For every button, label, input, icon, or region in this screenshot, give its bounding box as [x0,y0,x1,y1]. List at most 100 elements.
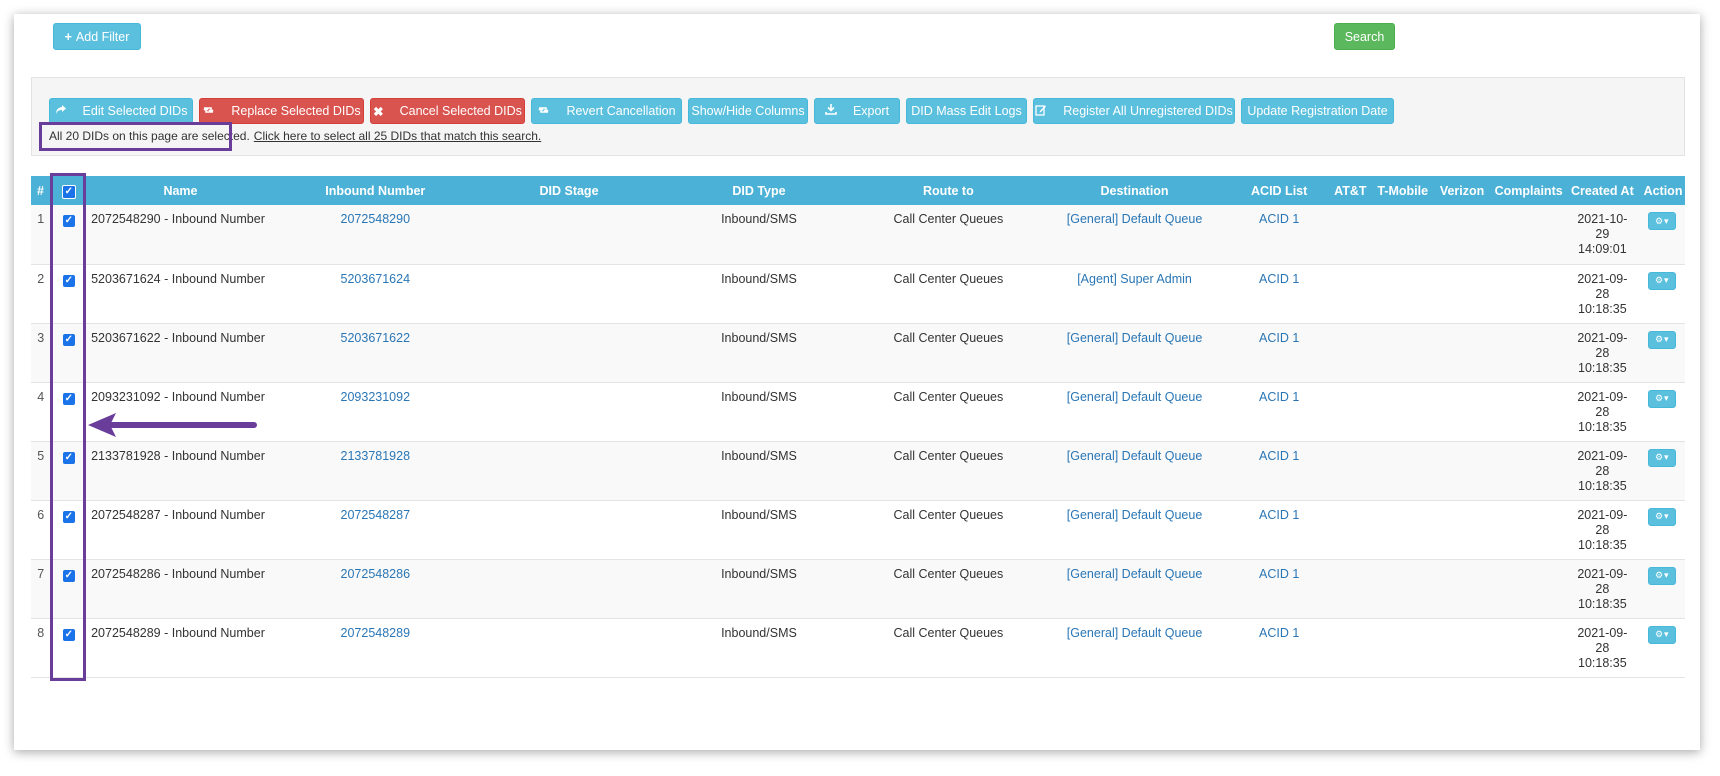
did-name: 2072548287 - Inbound Number [87,500,274,560]
col-header-destination[interactable]: Destination [1040,176,1230,205]
caret-down-icon: ▾ [1664,452,1669,462]
edit-selected-dids-button[interactable]: Edit Selected DIDs [49,98,193,124]
row-checkbox[interactable]: ✓ [62,628,75,641]
row-checkbox[interactable]: ✓ [62,215,75,227]
acid-list-link[interactable]: ACID 1 [1259,331,1299,345]
inbound-number-link[interactable]: 2072548290 [341,212,411,226]
col-header-acid[interactable]: ACID List [1228,176,1330,205]
inbound-number-cell: 5203671622 [273,323,477,383]
destination-link[interactable]: [General] Default Queue [1067,212,1203,226]
created-date: 2021-09- [1577,448,1628,463]
did-stage [476,264,662,324]
inbound-number-link[interactable]: 5203671624 [341,272,411,286]
col-header-att[interactable]: AT&T [1329,176,1372,205]
replace-selected-dids-button[interactable]: Replace Selected DIDs [199,98,364,124]
destination-link[interactable]: [General] Default Queue [1067,449,1203,463]
edit-icon [1035,104,1047,119]
gear-icon: ⚙ [1654,275,1664,285]
cancel-selected-dids-button[interactable]: ✖ Cancel Selected DIDs [370,98,525,124]
caret-down-icon: ▾ [1664,393,1669,403]
did-table: # ✓ Name Inbound Number DID Stage DID Ty… [31,176,1686,678]
acid-list-link[interactable]: ACID 1 [1259,272,1299,286]
inbound-number-cell: 2072548287 [273,500,477,560]
export-label: Export [852,104,890,118]
row-action-button[interactable]: ⚙ ▾ [1647,566,1676,585]
did-type: Inbound/SMS [661,264,857,324]
add-filter-button[interactable]: + Add Filter [53,23,141,50]
row-action-button[interactable]: ⚙ ▾ [1647,625,1676,644]
destination-link[interactable]: [General] Default Queue [1067,508,1203,522]
complaints-cell [1490,264,1566,324]
col-header-complaints[interactable]: Complaints [1490,176,1567,205]
update-registration-date-button[interactable]: Update Registration Date [1241,98,1394,124]
inbound-number-link[interactable]: 5203671622 [341,331,411,345]
destination-cell: [General] Default Queue [1040,500,1229,560]
did-stage [476,500,662,560]
acid-list-link[interactable]: ACID 1 [1259,567,1299,581]
row-checkbox[interactable]: ✓ [62,392,75,405]
route-to: Call Center Queues [856,205,1041,265]
inbound-number-link[interactable]: 2072548287 [341,508,411,522]
inbound-number-cell: 2133781928 [273,441,477,501]
bulk-toolbar: Edit Selected DIDs Replace Selected DIDs… [49,98,1394,124]
complaints-cell [1490,205,1566,265]
row-checkbox[interactable]: ✓ [62,451,75,464]
inbound-number-link[interactable]: 2133781928 [341,449,411,463]
row-action-button[interactable]: ⚙ ▾ [1647,507,1676,526]
inbound-number-link[interactable]: 2093231092 [341,390,411,404]
did-mass-edit-logs-button[interactable]: DID Mass Edit Logs [906,98,1027,124]
created-date: 2021-09- [1577,507,1628,522]
export-button[interactable]: Export [814,98,900,124]
row-action-button[interactable]: ⚙ ▾ [1647,389,1676,408]
row-action-button[interactable]: ⚙ ▾ [1647,448,1676,467]
row-checkbox[interactable]: ✓ [62,569,75,582]
col-header-inbound[interactable]: Inbound Number [273,176,478,205]
row-checkbox-cell: ✓ [50,382,88,442]
revert-cancellation-button[interactable]: Revert Cancellation [531,98,682,124]
row-checkbox[interactable]: ✓ [62,274,75,287]
row-number: 7 [31,559,51,619]
row-checkbox[interactable]: ✓ [62,333,75,346]
complaints-cell [1490,500,1566,560]
did-type: Inbound/SMS [661,382,857,442]
inbound-number-link[interactable]: 2072548289 [341,626,411,640]
destination-link[interactable]: [General] Default Queue [1067,331,1203,345]
show-hide-columns-button[interactable]: Show/Hide Columns [688,98,808,124]
search-button[interactable]: Search [1334,23,1395,50]
action-cell: ⚙ ▾ [1639,323,1685,383]
caret-down-icon: ▾ [1664,511,1669,521]
created-day: 28 [1595,404,1610,419]
select-all-matching-link[interactable]: Click here to select all 25 DIDs that ma… [254,129,541,143]
destination-link[interactable]: [Agent] Super Admin [1077,272,1192,286]
table-row: 2 ✓ 5203671624 - Inbound Number 5203671624 I… [31,264,1685,324]
did-stage [476,559,662,619]
row-action-button[interactable]: ⚙ ▾ [1647,271,1676,290]
col-header-route[interactable]: Route to [856,176,1041,205]
created-day: 28 [1595,581,1610,596]
did-type: Inbound/SMS [661,618,857,678]
row-action-button[interactable]: ⚙ ▾ [1647,212,1676,230]
row-action-button[interactable]: ⚙ ▾ [1647,330,1676,349]
col-header-created[interactable]: Created At [1565,176,1640,205]
acid-list-link[interactable]: ACID 1 [1259,449,1299,463]
col-header-verizon[interactable]: Verizon [1434,176,1491,205]
acid-list-link[interactable]: ACID 1 [1259,508,1299,522]
inbound-number-link[interactable]: 2072548286 [341,567,411,581]
destination-link[interactable]: [General] Default Queue [1067,567,1203,581]
destination-link[interactable]: [General] Default Queue [1067,626,1203,640]
destination-link[interactable]: [General] Default Queue [1067,390,1203,404]
did-name: 2133781928 - Inbound Number [87,441,274,501]
select-all-checkbox[interactable]: ✓ [61,184,76,199]
complaints-cell [1490,382,1566,442]
route-to: Call Center Queues [856,441,1041,501]
col-header-tmobile[interactable]: T-Mobile [1371,176,1435,205]
col-header-type[interactable]: DID Type [661,176,858,205]
register-all-unregistered-dids-button[interactable]: Register All Unregistered DIDs [1033,98,1235,124]
inbound-number-cell: 2072548286 [273,559,477,619]
acid-list-link[interactable]: ACID 1 [1259,626,1299,640]
col-header-name[interactable]: Name [87,176,275,205]
col-header-stage[interactable]: DID Stage [476,176,662,205]
row-checkbox[interactable]: ✓ [62,510,75,523]
acid-list-link[interactable]: ACID 1 [1259,212,1299,226]
acid-list-link[interactable]: ACID 1 [1259,390,1299,404]
